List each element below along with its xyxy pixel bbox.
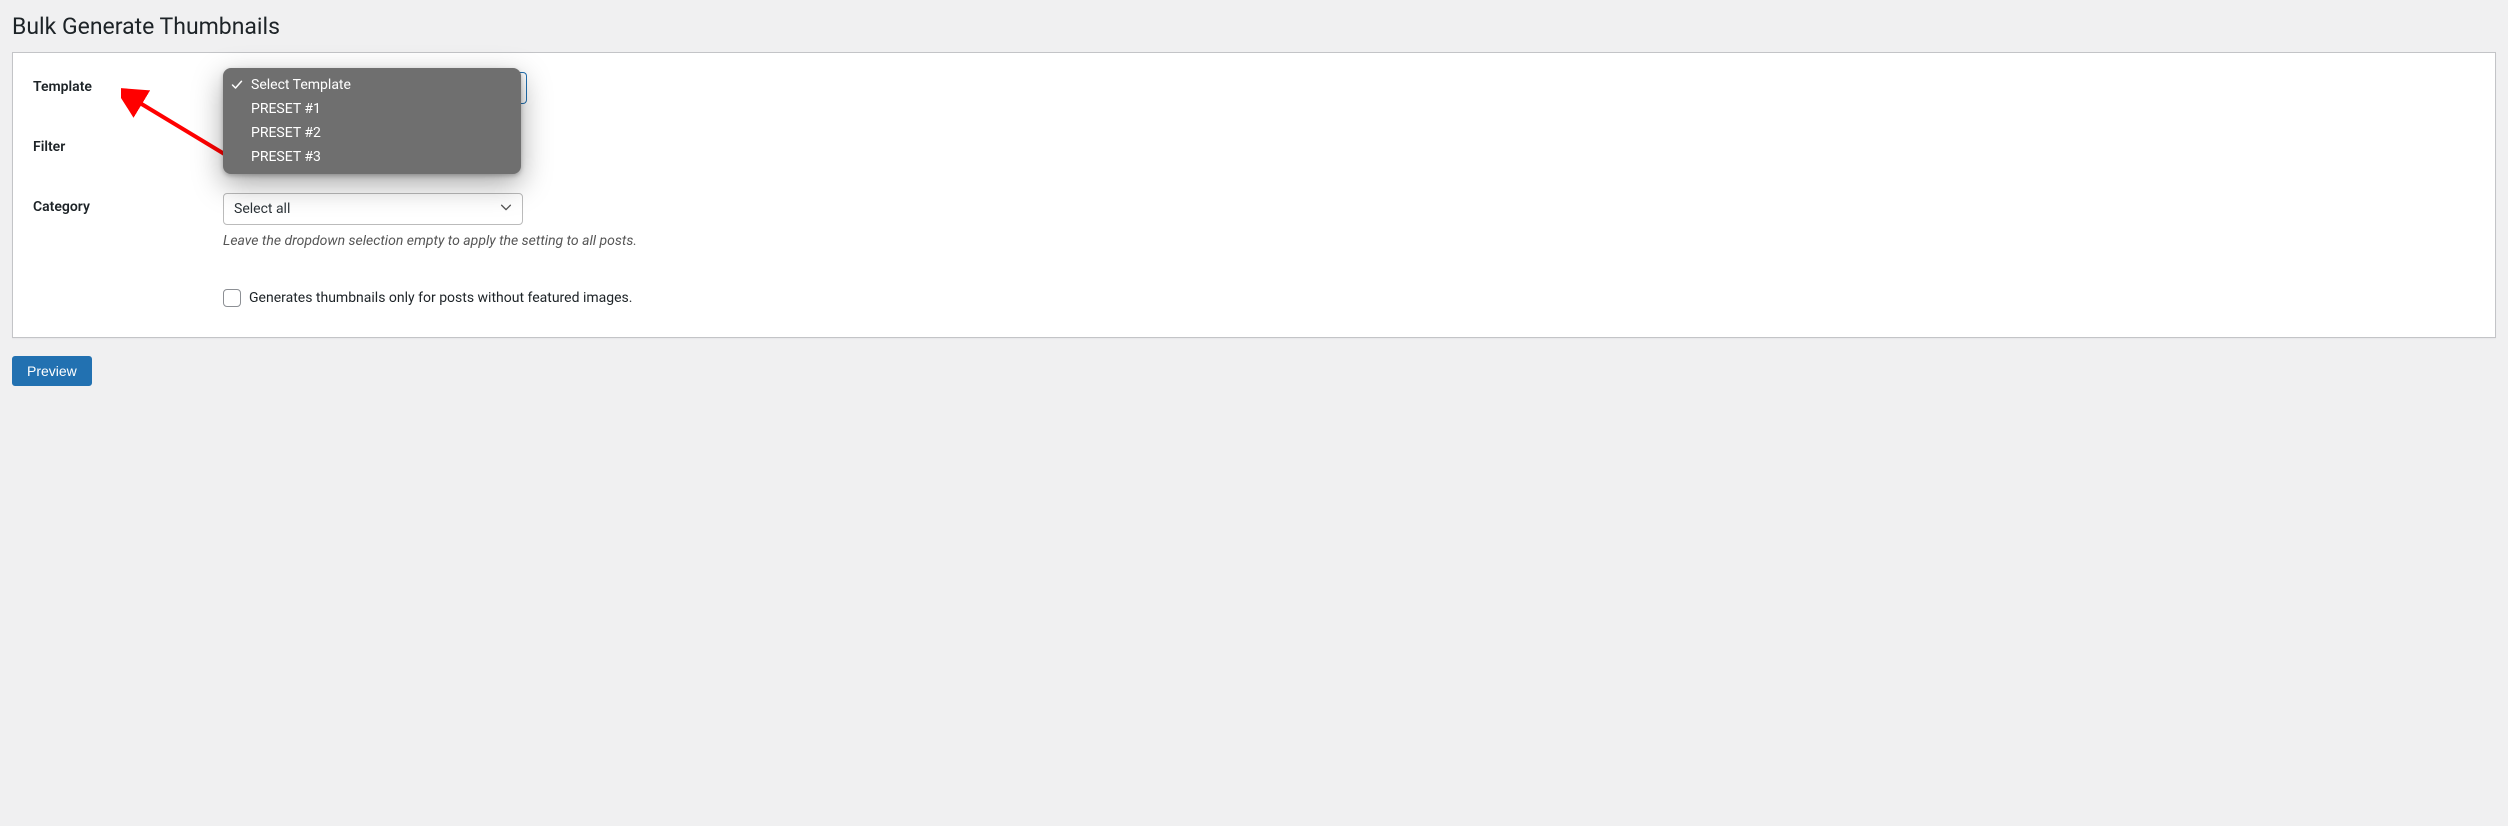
- settings-panel: Template Select Template PRESET #1 PRESE…: [12, 52, 2496, 338]
- category-row: Category Select all Leave the dropdown s…: [33, 193, 2475, 249]
- check-icon: [231, 79, 243, 91]
- template-option-select[interactable]: Select Template: [223, 73, 521, 97]
- template-option-preset3[interactable]: PRESET #3: [223, 145, 521, 169]
- template-option-label: PRESET #3: [251, 149, 321, 165]
- template-option-preset2[interactable]: PRESET #2: [223, 121, 521, 145]
- page-title: Bulk Generate Thumbnails: [12, 12, 2496, 42]
- template-option-label: Select Template: [251, 77, 351, 93]
- only-without-featured-label[interactable]: Generates thumbnails only for posts with…: [249, 290, 632, 306]
- template-row: Template Select Template PRESET #1 PRESE…: [33, 73, 2475, 105]
- template-option-label: PRESET #1: [251, 101, 321, 117]
- template-dropdown[interactable]: Select Template PRESET #1 PRESET #2 PRES…: [223, 68, 521, 174]
- filter-label: Filter: [33, 133, 223, 155]
- preview-button[interactable]: Preview: [12, 356, 92, 386]
- template-option-label: PRESET #2: [251, 125, 321, 141]
- category-label: Category: [33, 193, 223, 215]
- only-without-featured-checkbox[interactable]: [223, 289, 241, 307]
- category-helper-text: Leave the dropdown selection empty to ap…: [223, 233, 2475, 249]
- template-label: Template: [33, 73, 223, 95]
- template-option-preset1[interactable]: PRESET #1: [223, 97, 521, 121]
- category-select[interactable]: Select all: [223, 193, 523, 225]
- only-without-featured-row: Generates thumbnails only for posts with…: [223, 289, 2475, 307]
